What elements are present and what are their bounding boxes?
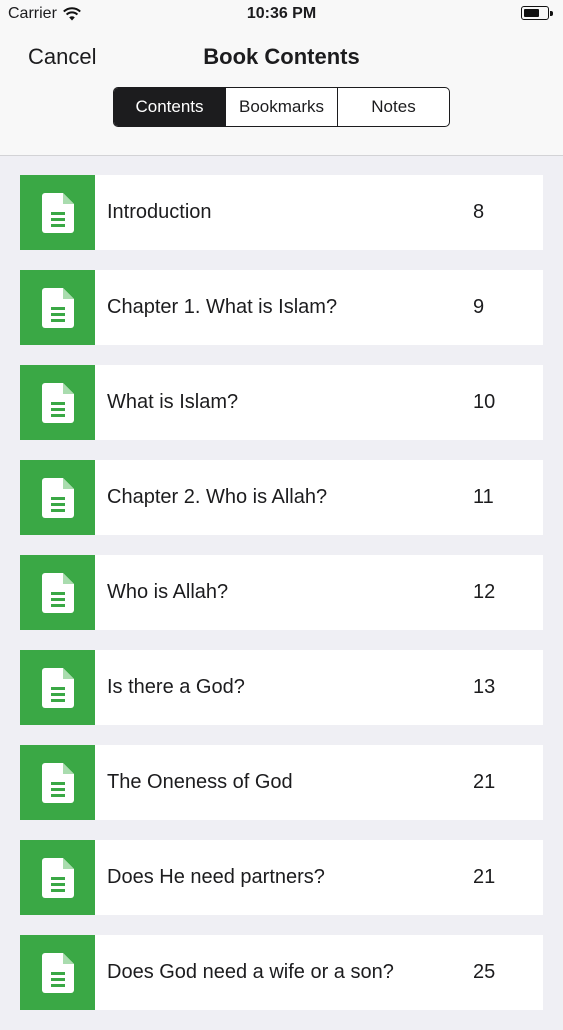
document-icon: [41, 667, 74, 708]
item-title: Chapter 2. Who is Allah?: [107, 486, 328, 508]
list-item[interactable]: What is Islam? 10: [20, 365, 543, 440]
document-icon-box: [20, 745, 95, 820]
document-icon: [41, 762, 74, 803]
tab-bookmarks[interactable]: Bookmarks: [225, 88, 337, 126]
item-title: Is there a God?: [107, 676, 245, 698]
document-icon-box: [20, 555, 95, 630]
document-icon: [41, 477, 74, 518]
item-title: The Oneness of God: [107, 771, 293, 793]
item-page-number: 9: [473, 296, 485, 318]
tab-control: Contents Bookmarks Notes: [113, 87, 450, 127]
tab-contents[interactable]: Contents: [114, 88, 225, 126]
document-icon: [41, 382, 74, 423]
document-icon: [41, 192, 74, 233]
document-icon: [41, 572, 74, 613]
item-page-number: 10: [473, 391, 496, 413]
document-icon: [41, 952, 74, 993]
clock: 10:36 PM: [246, 5, 317, 22]
list-item[interactable]: Who is Allah? 12: [20, 555, 543, 630]
document-icon-box: [20, 365, 95, 440]
document-icon-box: [20, 270, 95, 345]
item-title: Introduction: [107, 201, 212, 223]
item-title: Does He need partners?: [107, 866, 325, 888]
list-item[interactable]: Chapter 1. What is Islam? 9: [20, 270, 543, 345]
item-title: Who is Allah?: [107, 581, 229, 603]
contents-list: Introduction 8 Chapter 1. What is Islam?…: [20, 175, 543, 1030]
list-item[interactable]: Does He need partners? 21: [20, 840, 543, 915]
tab-notes[interactable]: Notes: [337, 88, 449, 126]
list-item[interactable]: Does God need a wife or a son? 25: [20, 935, 543, 1010]
page-title: Book Contents: [203, 44, 360, 69]
status-bar: Carrier 10:36 PM: [0, 0, 563, 30]
item-title: Chapter 1. What is Islam?: [107, 296, 338, 318]
document-icon-box: [20, 460, 95, 535]
list-item[interactable]: Chapter 2. Who is Allah? 11: [20, 460, 543, 535]
battery-icon: [521, 6, 553, 20]
document-icon-box: [20, 650, 95, 725]
item-title: Does God need a wife or a son?: [107, 961, 394, 983]
list-item[interactable]: The Oneness of God 21: [20, 745, 543, 820]
item-page-number: 13: [473, 676, 496, 698]
item-page-number: 21: [473, 866, 496, 888]
item-page-number: 12: [473, 581, 496, 603]
document-icon: [41, 857, 74, 898]
item-title: What is Islam?: [107, 391, 239, 413]
item-page-number: 25: [473, 961, 496, 983]
document-icon: [41, 287, 74, 328]
item-page-number: 8: [473, 201, 485, 223]
item-page-number: 21: [473, 771, 496, 793]
list-item[interactable]: Introduction 8: [20, 175, 543, 250]
document-icon-box: [20, 935, 95, 1010]
document-icon-box: [20, 840, 95, 915]
list-item[interactable]: Is there a God? 13: [20, 650, 543, 725]
item-page-number: 11: [473, 486, 494, 508]
top-bar: Carrier 10:36 PM Cancel Book Contents Co…: [0, 0, 563, 156]
document-icon-box: [20, 175, 95, 250]
